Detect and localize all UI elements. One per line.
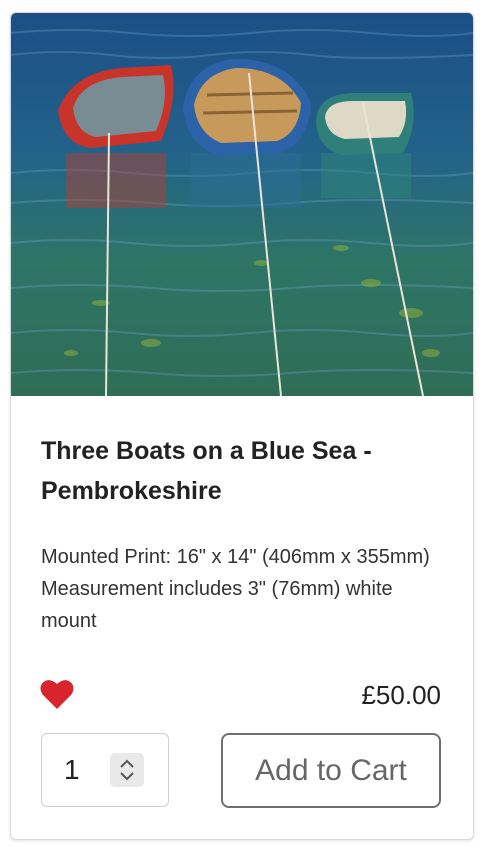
quantity-stepper[interactable]: [41, 733, 169, 807]
add-to-cart-button[interactable]: Add to Cart: [221, 733, 441, 808]
product-description: Mounted Print: 16" x 14" (406mm x 355mm)…: [41, 546, 430, 632]
product-price: £50.00: [361, 680, 441, 710]
stepper-arrows[interactable]: [110, 753, 144, 787]
chevron-up-icon[interactable]: [120, 759, 134, 768]
heart-icon[interactable]: [39, 677, 75, 713]
product-title: Three Boats on a Blue Sea - Pembrokeshir…: [41, 437, 372, 505]
product-image[interactable]: [11, 13, 473, 396]
chevron-down-icon[interactable]: [120, 772, 134, 781]
quantity-input[interactable]: [64, 751, 112, 789]
product-card: Three Boats on a Blue Sea - Pembrokeshir…: [10, 12, 474, 840]
